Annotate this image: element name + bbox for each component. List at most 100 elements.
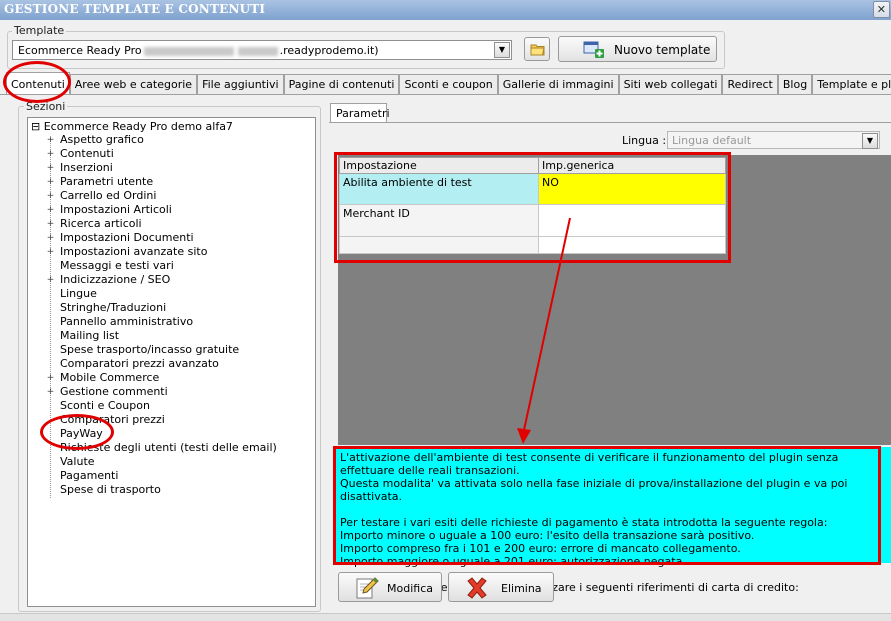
status-strip (0, 613, 891, 621)
template-group-label: Template (12, 24, 67, 37)
tree-item[interactable]: Pagamenti (28, 469, 315, 483)
close-icon[interactable]: ✕ (873, 1, 890, 18)
modifica-label: Modifica (387, 582, 433, 595)
tree-item[interactable]: Mailing list (28, 329, 315, 343)
tree-root[interactable]: ⊟ Ecommerce Ready Pro demo alfa7 (31, 120, 233, 133)
tree-item-label: Lingue (60, 287, 97, 300)
tab-gallerie[interactable]: Gallerie di immagini (497, 74, 619, 94)
tree-item-label: Messaggi e testi vari (60, 259, 174, 272)
main-tabs: Contenuti Aree web e categorie File aggi… (6, 72, 891, 94)
tab-pagine-contenuti[interactable]: Pagine di contenuti (283, 74, 400, 94)
tree-item-label: Mailing list (60, 329, 120, 342)
lingua-label: Lingua : (622, 134, 667, 147)
expand-icon[interactable]: + (46, 206, 55, 215)
lingua-select[interactable]: Lingua default ▼ (667, 131, 880, 149)
tree-item[interactable]: + Carrello ed Ordini (28, 189, 315, 203)
elimina-button[interactable]: Elimina (448, 572, 554, 602)
tree-item[interactable]: Lingue (28, 287, 315, 301)
expand-icon[interactable]: + (46, 192, 55, 201)
tab-template-plugins[interactable]: Template e plugins (812, 74, 891, 94)
redacted-text (143, 46, 234, 56)
tree-root-label: Ecommerce Ready Pro demo alfa7 (43, 120, 233, 133)
elimina-label: Elimina (501, 582, 542, 595)
parametri-divider (329, 122, 891, 123)
tab-file-aggiuntivi[interactable]: File aggiuntivi (197, 74, 284, 94)
tabs-divider (0, 94, 891, 95)
tree-item-label: Pannello amministrativo (60, 315, 194, 328)
tree-item-label: Impostazioni Articoli (60, 203, 172, 216)
tree-item-label: Valute (60, 455, 95, 468)
tree-item[interactable]: + Ricerca articoli (28, 217, 315, 231)
sections-tree[interactable]: ⊟ Ecommerce Ready Pro demo alfa7 + Aspett… (27, 117, 316, 607)
window-title-bar: GESTIONE TEMPLATE E CONTENUTI ✕ (0, 0, 891, 20)
template-combo-prefix: Ecommerce Ready Pro (18, 44, 142, 57)
delete-x-icon (467, 577, 487, 599)
tree-item-label: Sconti e Coupon (60, 399, 150, 412)
tree-item[interactable]: Valute (28, 455, 315, 469)
tree-item[interactable]: Pannello amministrativo (28, 315, 315, 329)
annotation-ellipse-contenuti (3, 61, 71, 103)
tree-item[interactable]: Comparatori prezzi avanzato (28, 357, 315, 371)
tree-item-label: Ricerca articoli (60, 217, 142, 230)
tab-aree-web[interactable]: Aree web e categorie (69, 74, 198, 94)
tree-item-label: Stringhe/Traduzioni (60, 301, 167, 314)
tree-item-label: Impostazioni Documenti (60, 231, 194, 244)
tree-item-label: Impostazioni avanzate sito (60, 245, 208, 258)
tree-item-label: Inserzioni (60, 161, 113, 174)
tree-item[interactable]: + Impostazioni avanzate sito (28, 245, 315, 259)
tree-item[interactable]: + Aspetto grafico (28, 133, 315, 147)
expand-icon[interactable]: + (46, 374, 55, 383)
tree-item-label: Comparatori prezzi avanzato (60, 357, 219, 370)
tree-item-label: Spese trasporto/incasso gratuite (60, 343, 240, 356)
tree-item[interactable]: Spese trasporto/incasso gratuite (28, 343, 315, 357)
edit-icon (356, 577, 379, 599)
tree-item-label: Spese di trasporto (60, 483, 161, 496)
template-combo[interactable]: Ecommerce Ready Pro .readyprodemo.it) ▼ (12, 40, 512, 60)
tree-item[interactable]: + Contenuti (28, 147, 315, 161)
lingua-value: Lingua default (672, 134, 752, 147)
modifica-button[interactable]: Modifica (338, 572, 442, 602)
annotation-box-help (333, 446, 881, 565)
template-combo-suffix: .readyprodemo.it) (279, 44, 379, 57)
new-template-label: Nuovo template (614, 43, 711, 57)
chevron-down-icon[interactable]: ▼ (862, 133, 878, 149)
tab-parametri[interactable]: Parametri (330, 103, 390, 123)
tree-item-label: Indicizzazione / SEO (60, 273, 171, 286)
expand-icon[interactable]: + (46, 220, 55, 229)
tree-item[interactable]: + Gestione commenti (28, 385, 315, 399)
window-title: GESTIONE TEMPLATE E CONTENUTI (4, 2, 266, 16)
collapse-icon[interactable]: ⊟ (31, 120, 40, 133)
tab-siti-collegati[interactable]: Siti web collegati (618, 74, 723, 94)
tab-redirect[interactable]: Redirect (722, 74, 778, 94)
tree-item[interactable]: + Parametri utente (28, 175, 315, 189)
tree-item[interactable]: Spese di trasporto (28, 483, 315, 497)
tree-item[interactable]: + Indicizzazione / SEO (28, 273, 315, 287)
tree-item-label: Carrello ed Ordini (60, 189, 157, 202)
tab-sconti-coupon[interactable]: Sconti e coupon (399, 74, 498, 94)
expand-icon[interactable]: + (46, 150, 55, 159)
tree-item[interactable]: + Impostazioni Documenti (28, 231, 315, 245)
expand-icon[interactable]: + (46, 248, 55, 257)
expand-icon[interactable]: + (46, 234, 55, 243)
tree-item-label: Contenuti (60, 147, 114, 160)
tree-item[interactable]: + Impostazioni Articoli (28, 203, 315, 217)
new-template-button[interactable]: Nuovo template (558, 36, 717, 62)
expand-icon[interactable]: + (46, 178, 55, 187)
chevron-down-icon[interactable]: ▼ (494, 42, 510, 58)
tree-item[interactable]: + Mobile Commerce (28, 371, 315, 385)
expand-icon[interactable]: + (46, 276, 55, 285)
tree-item[interactable]: Sconti e Coupon (28, 399, 315, 413)
tree-item-label: Mobile Commerce (60, 371, 160, 384)
tree-item-label: Parametri utente (60, 175, 154, 188)
tree-item[interactable]: + Inserzioni (28, 161, 315, 175)
expand-icon[interactable]: + (46, 136, 55, 145)
expand-icon[interactable]: + (46, 388, 55, 397)
redacted-text (237, 46, 278, 56)
tree-item-label: Pagamenti (60, 469, 119, 482)
open-folder-button[interactable] (524, 37, 550, 61)
expand-icon[interactable]: + (46, 164, 55, 173)
tree-item[interactable]: Stringhe/Traduzioni (28, 301, 315, 315)
tab-blog[interactable]: Blog (777, 74, 813, 94)
new-template-icon (583, 41, 604, 58)
tree-item[interactable]: Messaggi e testi vari (28, 259, 315, 273)
